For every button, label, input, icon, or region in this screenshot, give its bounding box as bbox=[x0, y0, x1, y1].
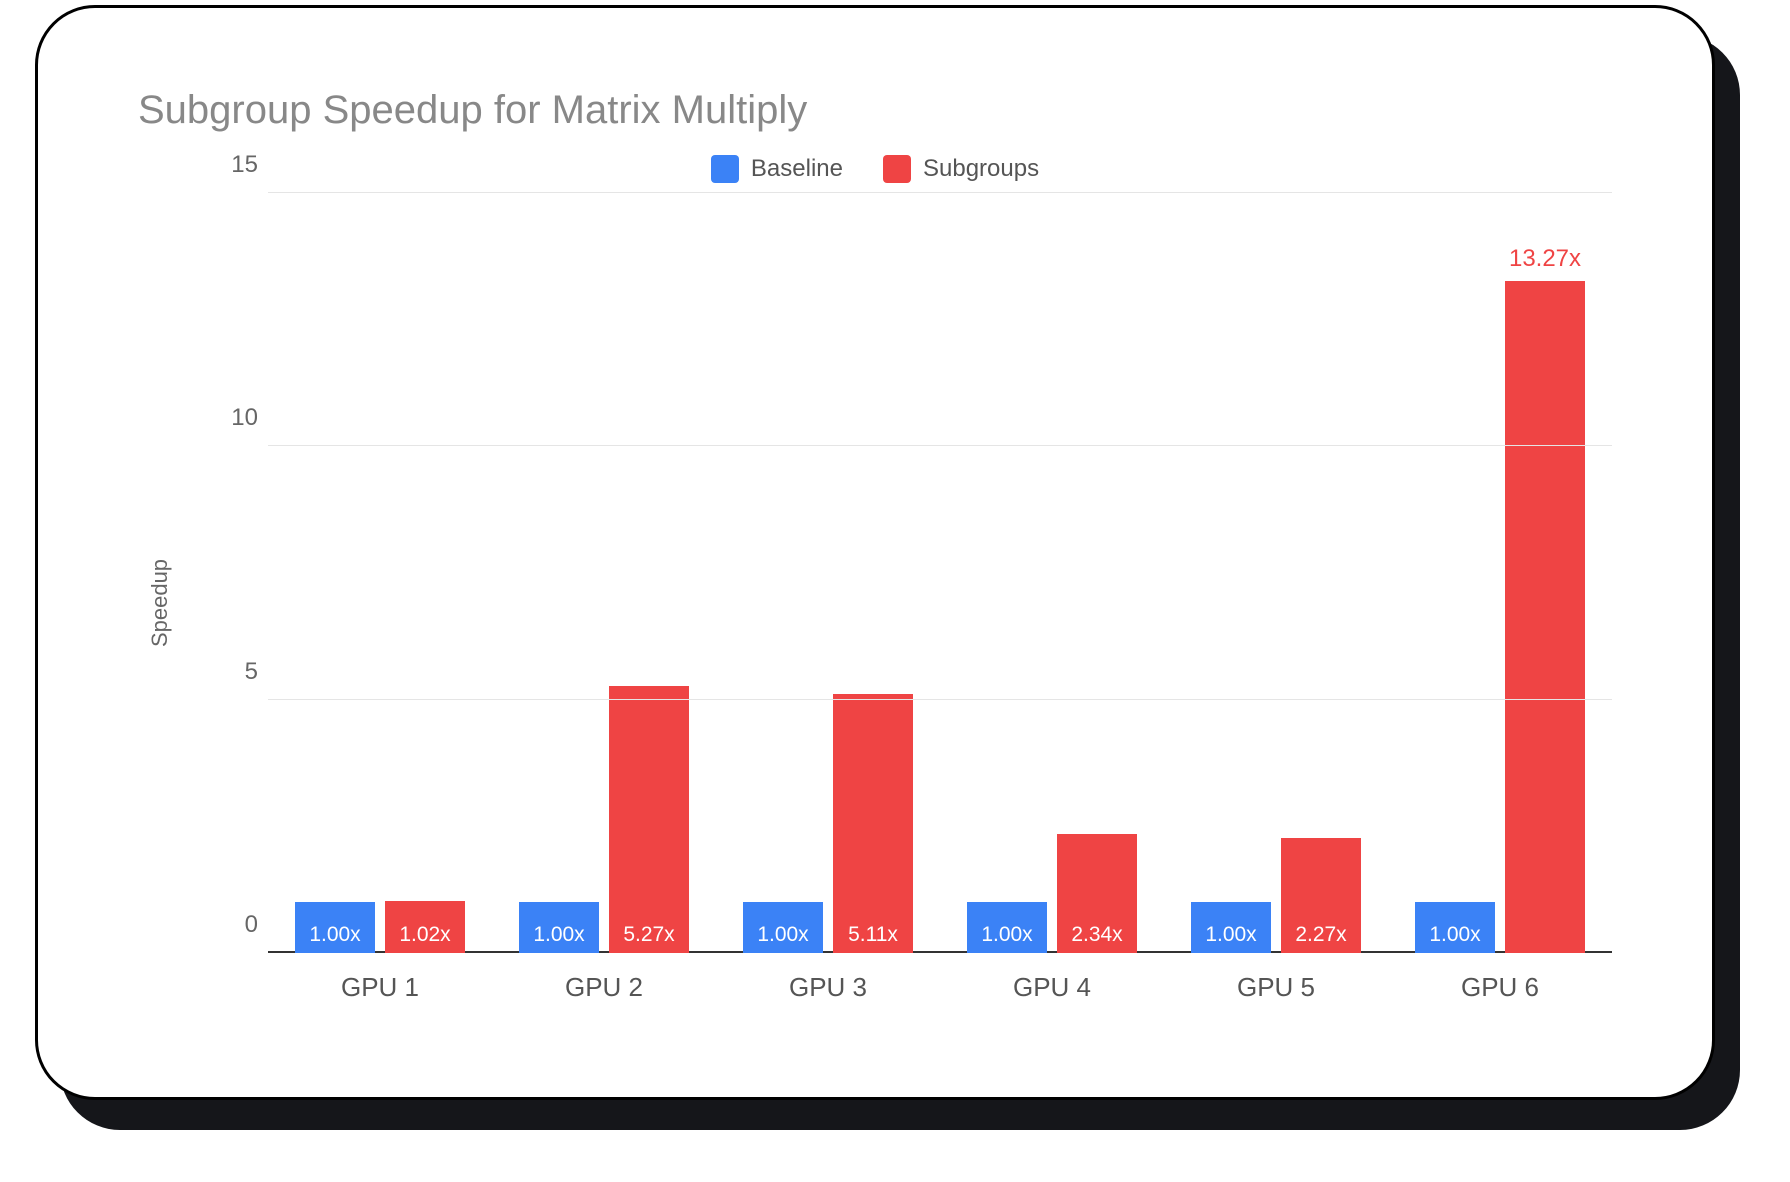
chart-area: Speedup 1.00x1.02x1.00x5.27x1.00x5.11x1.… bbox=[98, 193, 1652, 1013]
legend-item-subgroups: Subgroups bbox=[883, 155, 1039, 183]
bar-label: 1.00x bbox=[295, 923, 375, 947]
y-axis-label: Speedup bbox=[147, 559, 173, 647]
x-tick-label: GPU 6 bbox=[1388, 972, 1612, 1003]
bar-baseline: 1.00x bbox=[967, 902, 1047, 953]
bar-label: 1.00x bbox=[519, 923, 599, 947]
bar-baseline: 1.00x bbox=[1191, 902, 1271, 953]
bar-group: 1.00x 1.02x bbox=[268, 193, 492, 953]
grid-line bbox=[268, 445, 1612, 446]
bar-label: 1.00x bbox=[743, 923, 823, 947]
grid-line bbox=[268, 699, 1612, 700]
bar-label: 5.27x bbox=[609, 923, 689, 947]
grid-line bbox=[268, 192, 1612, 193]
x-tick-label: GPU 4 bbox=[940, 972, 1164, 1003]
y-tick-label: 0 bbox=[208, 911, 258, 939]
bar-baseline: 1.00x bbox=[743, 902, 823, 953]
y-tick-label: 10 bbox=[208, 404, 258, 432]
bar-baseline: 1.00x bbox=[519, 902, 599, 953]
x-tick-label: GPU 3 bbox=[716, 972, 940, 1003]
bar-label: 2.27x bbox=[1281, 923, 1361, 947]
legend-label-baseline: Baseline bbox=[751, 155, 843, 183]
bar-subgroups: 5.27x bbox=[609, 686, 689, 953]
chart-container: Subgroup Speedup for Matrix Multiply Bas… bbox=[0, 0, 1790, 1182]
legend-swatch-subgroups bbox=[883, 155, 911, 183]
bar-baseline: 1.00x bbox=[295, 902, 375, 953]
bar-groups: 1.00x 1.02x 1.00x 5.27x 1.00x 5.11x 1.00x 2.34x… bbox=[268, 193, 1612, 953]
bar-label: 1.02x bbox=[385, 923, 465, 947]
bar-subgroups: 2.27x bbox=[1281, 838, 1361, 953]
x-tick-label: GPU 5 bbox=[1164, 972, 1388, 1003]
bar-label: 1.00x bbox=[1415, 923, 1495, 947]
bar-subgroups: 2.34x bbox=[1057, 834, 1137, 953]
y-tick-label: 5 bbox=[208, 658, 258, 686]
y-tick-label: 15 bbox=[208, 151, 258, 179]
legend-label-subgroups: Subgroups bbox=[923, 155, 1039, 183]
bar-label: 1.00x bbox=[1191, 923, 1271, 947]
bar-subgroups: 1.02x bbox=[385, 901, 465, 953]
x-tick-label: GPU 2 bbox=[492, 972, 716, 1003]
bar-label: 1.00x bbox=[967, 923, 1047, 947]
chart-title: Subgroup Speedup for Matrix Multiply bbox=[138, 88, 1652, 133]
chart-card: Subgroup Speedup for Matrix Multiply Bas… bbox=[35, 5, 1715, 1100]
legend: Baseline Subgroups bbox=[98, 155, 1652, 183]
bar-group: 1.00x 5.27x bbox=[492, 193, 716, 953]
bar-label: 13.27x bbox=[1485, 245, 1605, 273]
bar-group: 1.00x 5.11x bbox=[716, 193, 940, 953]
bar-group: 1.00x 2.27x bbox=[1164, 193, 1388, 953]
bar-baseline: 1.00x bbox=[1415, 902, 1495, 953]
legend-item-baseline: Baseline bbox=[711, 155, 843, 183]
bar-label: 5.11x bbox=[833, 923, 913, 947]
plot-area: 1.00x 1.02x 1.00x 5.27x 1.00x 5.11x 1.00x 2.34x… bbox=[268, 193, 1612, 953]
bar-subgroups: 5.11x bbox=[833, 694, 913, 953]
legend-swatch-baseline bbox=[711, 155, 739, 183]
bar-group: 1.00x 2.34x bbox=[940, 193, 1164, 953]
bar-label: 2.34x bbox=[1057, 923, 1137, 947]
x-axis-labels: GPU 1GPU 2GPU 3GPU 4GPU 5GPU 6 bbox=[268, 972, 1612, 1003]
bar-group: 1.00x 13.27x bbox=[1388, 193, 1612, 953]
bar-subgroups: 13.27x bbox=[1505, 281, 1585, 953]
x-tick-label: GPU 1 bbox=[268, 972, 492, 1003]
